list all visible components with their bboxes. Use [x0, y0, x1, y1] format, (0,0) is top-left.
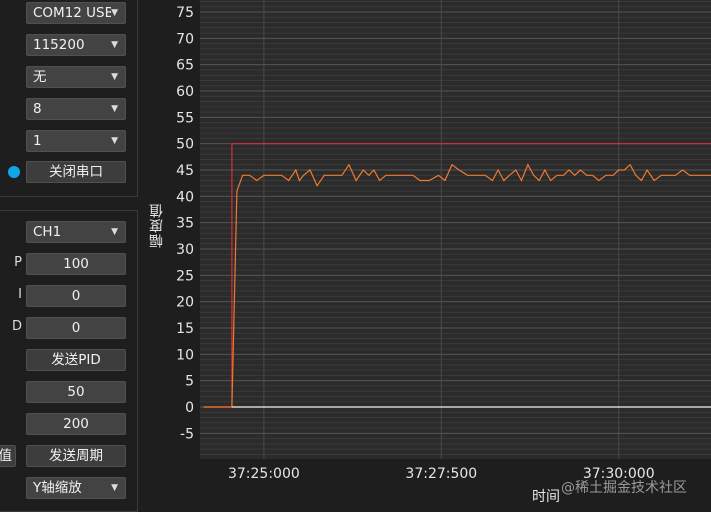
setpoint-input[interactable]: 50 — [26, 381, 126, 403]
databits-value: 8 — [33, 99, 42, 119]
baud-select[interactable]: 115200 ▼ — [26, 34, 126, 56]
plot-area[interactable] — [200, 0, 711, 459]
send-pid-button[interactable]: 发送PID — [26, 349, 126, 371]
baud-value: 115200 — [33, 35, 85, 55]
channel-select[interactable]: CH1 ▼ — [26, 221, 126, 243]
y-tick-label: 20 — [176, 295, 194, 311]
send-period-button[interactable]: 发送周期 — [26, 445, 126, 467]
y-tick-label: -5 — [180, 426, 194, 442]
connection-status-indicator — [8, 166, 20, 178]
p-input[interactable]: 100 — [26, 253, 126, 275]
y-scale-value: Y轴缩放 — [33, 478, 82, 498]
chevron-down-icon: ▼ — [111, 222, 118, 242]
x-tick-label: 37:25:000 — [228, 466, 300, 482]
port-select[interactable]: COM12 USB ▼ — [26, 2, 126, 24]
channel-value: CH1 — [33, 222, 61, 242]
stopbits-select[interactable]: 1 ▼ — [26, 130, 126, 152]
parity-select[interactable]: 无 ▼ — [26, 66, 126, 88]
chevron-down-icon: ▼ — [111, 478, 118, 498]
i-input[interactable]: 0 — [26, 285, 126, 307]
chevron-down-icon: ▼ — [111, 67, 118, 87]
y-axis-label: 幅度值 — [147, 203, 167, 248]
i-label: I — [8, 287, 22, 302]
p-label: P — [8, 255, 22, 270]
chevron-down-icon: ▼ — [111, 131, 118, 151]
send-value-button[interactable]: 值 — [0, 445, 16, 467]
y-tick-label: 5 — [185, 374, 194, 390]
y-tick-label: 35 — [176, 216, 194, 232]
d-input[interactable]: 0 — [26, 317, 126, 339]
d-label: D — [8, 319, 22, 334]
y-tick-label: 30 — [176, 242, 194, 258]
y-tick-label: 25 — [176, 268, 194, 284]
watermark: @稀土掘金技术社区 — [561, 477, 687, 497]
y-tick-label: 60 — [176, 84, 194, 100]
x-axis-label: 时间 — [532, 486, 560, 506]
y-tick-label: 65 — [176, 58, 194, 74]
databits-select[interactable]: 8 ▼ — [26, 98, 126, 120]
period-input[interactable]: 200 — [26, 413, 126, 435]
y-tick-label: 75 — [176, 5, 194, 21]
parity-value: 无 — [33, 67, 47, 87]
y-tick-label: 50 — [176, 137, 194, 153]
chevron-down-icon: ▼ — [111, 35, 118, 55]
stopbits-value: 1 — [33, 131, 42, 151]
chevron-down-icon: ▼ — [111, 99, 118, 119]
chevron-down-icon: ▼ — [111, 3, 118, 23]
y-tick-label: 10 — [176, 347, 194, 363]
close-serial-button[interactable]: 关闭串口 — [26, 161, 126, 183]
y-tick-label: 70 — [176, 31, 194, 47]
y-tick-label: 15 — [176, 321, 194, 337]
port-value: COM12 USB — [33, 3, 111, 23]
y-tick-label: 55 — [176, 110, 194, 126]
y-tick-label: 0 — [185, 400, 194, 416]
x-tick-label: 37:27:500 — [405, 466, 477, 482]
y-scale-select[interactable]: Y轴缩放 ▼ — [26, 477, 126, 499]
y-tick-label: 45 — [176, 163, 194, 179]
y-tick-label: 40 — [176, 189, 194, 205]
